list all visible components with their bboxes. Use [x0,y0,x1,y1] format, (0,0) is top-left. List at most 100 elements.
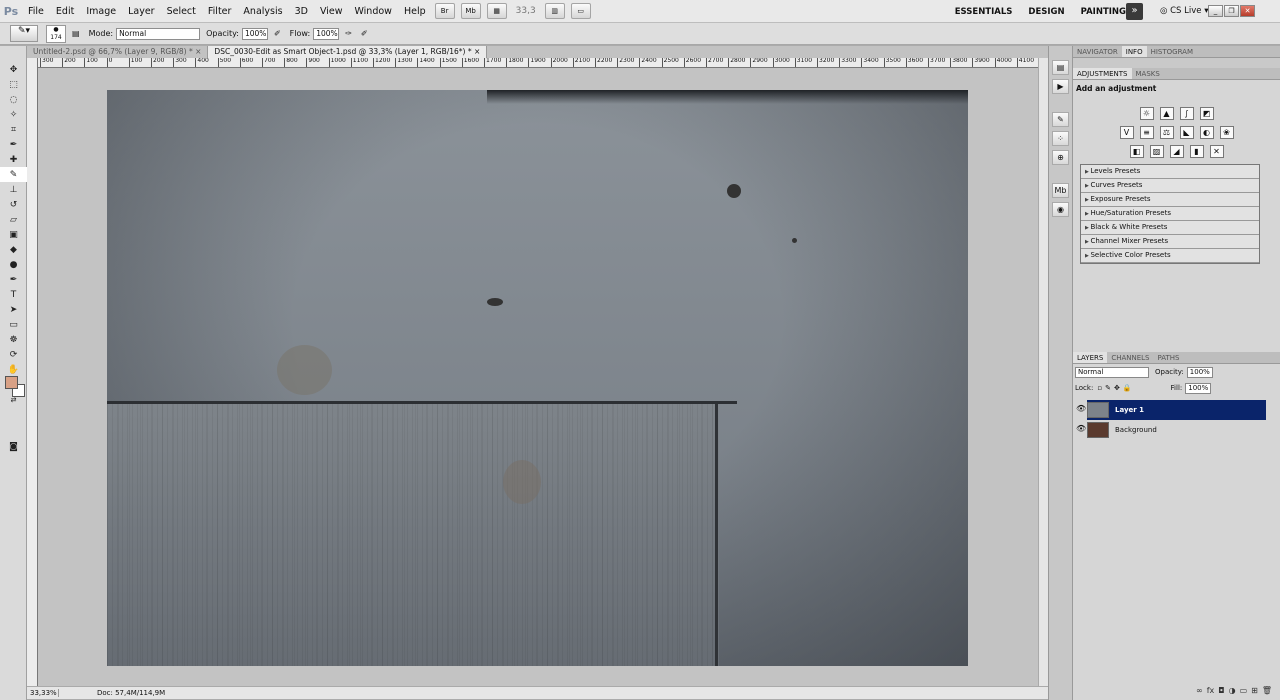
quick-select-tool-icon[interactable]: ✧ [0,107,27,122]
clone-stamp-tool-icon[interactable]: ⊥ [0,182,27,197]
brush-panel-icon[interactable]: ▤ [72,29,80,38]
canvas-area[interactable] [38,68,1038,686]
fill-field[interactable]: 100% [1185,382,1212,394]
channel-mixer-icon[interactable]: ❀ [1219,126,1234,139]
arrange-documents-icon[interactable]: ▥ [544,3,565,19]
tool-presets-icon[interactable]: ✎ [1052,112,1069,127]
layer-style-icon[interactable]: fx [1207,686,1215,698]
menu-select[interactable]: Select [161,6,202,17]
menu-layer[interactable]: Layer [122,6,161,17]
eraser-tool-icon[interactable]: ▱ [0,212,27,227]
brush-presets-icon[interactable]: ⁘ [1052,131,1069,146]
flow-field[interactable]: 100% [313,27,340,40]
levels-icon[interactable]: ▲ [1159,107,1174,120]
menu-help[interactable]: Help [398,6,432,17]
blur-tool-icon[interactable]: ◆ [0,242,27,257]
actions-panel-icon[interactable]: ▶ [1052,79,1069,94]
threshold-icon[interactable]: ◢ [1169,145,1184,158]
3d-orbit-tool-icon[interactable]: ⟳ [0,347,27,362]
black-white-icon[interactable]: ◣ [1179,126,1194,139]
kuler-icon[interactable]: ◉ [1052,202,1069,217]
curves-icon[interactable]: ∫ [1179,107,1194,120]
layer-opacity-field[interactable]: 100% [1186,366,1213,378]
add-mask-icon[interactable]: ◘ [1218,686,1224,698]
bridge-button[interactable]: Br [434,3,455,19]
brush-tool-icon[interactable]: ✎ [0,167,27,182]
cs-live-button[interactable]: ◎ CS Live ▾ [1160,6,1208,16]
lasso-tool-icon[interactable]: ◌ [0,92,27,107]
hue-saturation-icon[interactable]: ≡ [1139,126,1154,139]
hand-tool-icon[interactable]: ✋ [0,362,27,377]
link-layers-icon[interactable]: ∞ [1196,686,1203,698]
mini-bridge-icon[interactable]: Mb [1052,183,1069,198]
selective-color-icon[interactable]: ✕ [1209,145,1224,158]
hue-saturation-presets[interactable]: Hue/Saturation Presets [1081,207,1259,221]
visibility-eye-icon[interactable]: 👁 [1076,424,1086,433]
move-tool-icon[interactable]: ✥ [0,62,27,77]
tab-close-icon[interactable]: × [195,47,201,56]
exposure-presets[interactable]: Exposure Presets [1081,193,1259,207]
close-icon[interactable]: ✕ [1240,5,1255,17]
tab-channels[interactable]: CHANNELS [1107,352,1153,363]
brush-size-picker[interactable]: ● 174 [46,24,66,43]
curves-presets[interactable]: Curves Presets [1081,179,1259,193]
tab-untitled-2[interactable]: Untitled-2.psd @ 66,7% (Layer 9, RGB/8) … [27,46,209,58]
menu-view[interactable]: View [314,6,349,17]
tab-dsc-0030[interactable]: DSC_0030-Edit as Smart Object-1.psd @ 33… [208,46,488,58]
photo-filter-icon[interactable]: ◐ [1199,126,1214,139]
channel-mixer-presets[interactable]: Channel Mixer Presets [1081,235,1259,249]
clone-source-icon[interactable]: ⊕ [1052,150,1069,165]
shape-tool-icon[interactable]: ▭ [0,317,27,332]
minimize-icon[interactable]: _ [1208,5,1223,17]
path-select-tool-icon[interactable]: ➤ [0,302,27,317]
workspace-essentials[interactable]: ESSENTIALS [955,7,1013,17]
vertical-scrollbar[interactable] [1038,58,1048,686]
pen-tool-icon[interactable]: ✒ [0,272,27,287]
tab-masks[interactable]: MASKS [1132,68,1164,79]
tablet-size-icon[interactable]: ✐ [361,29,368,38]
menu-image[interactable]: Image [80,6,122,17]
new-group-icon[interactable]: ▭ [1240,686,1248,698]
opacity-field[interactable]: 100% [241,27,268,40]
horizontal-scrollbar[interactable] [199,686,1048,699]
new-layer-icon[interactable]: ⊞ [1251,686,1258,698]
tab-layers[interactable]: LAYERS [1073,352,1108,363]
menu-window[interactable]: Window [348,6,397,17]
eyedropper-tool-icon[interactable]: ✒ [0,137,27,152]
tab-histogram[interactable]: HISTOGRAM [1147,46,1197,57]
visibility-eye-icon[interactable]: 👁 [1076,404,1086,413]
brush-preset-icon[interactable]: ✎▾ [10,25,38,42]
vibrance-icon[interactable]: V [1119,126,1134,139]
concrete-photo[interactable] [107,90,968,666]
status-zoom[interactable]: 33,33% [27,689,59,697]
new-adjustment-icon[interactable]: ◑ [1229,686,1236,698]
menu-file[interactable]: File [22,6,50,17]
mini-bridge-button[interactable]: Mb [460,3,481,19]
workspace-design[interactable]: DESIGN [1028,7,1064,17]
delete-layer-icon[interactable]: 🗑 [1262,686,1272,698]
exposure-icon[interactable]: ◩ [1199,107,1214,120]
foreground-color-swatch[interactable] [5,376,18,389]
layer-row-background[interactable]: Background [1087,420,1266,440]
crop-tool-icon[interactable]: ⌗ [0,122,27,137]
type-tool-icon[interactable]: T [0,287,27,302]
brightness-icon[interactable]: ☼ [1139,107,1154,120]
extras-icon[interactable]: ▦ [486,3,507,19]
tab-navigator[interactable]: NAVIGATOR [1073,46,1122,57]
tablet-opacity-icon[interactable]: ✐ [274,29,281,38]
blend-mode-select[interactable]: Normal [1075,366,1149,378]
workspace-painting[interactable]: PAINTING [1081,7,1126,17]
menu-3d[interactable]: 3D [289,6,314,17]
black-white-presets[interactable]: Black & White Presets [1081,221,1259,235]
tab-close-icon[interactable]: × [474,47,480,56]
menu-filter[interactable]: Filter [202,6,238,17]
gradient-tool-icon[interactable]: ▣ [0,227,27,242]
gradient-map-icon[interactable]: ▮ [1189,145,1204,158]
menu-analysis[interactable]: Analysis [237,6,288,17]
mode-select[interactable]: Normal [116,27,201,40]
menu-edit[interactable]: Edit [50,6,80,17]
more-workspaces-icon[interactable]: » [1126,3,1143,20]
history-brush-tool-icon[interactable]: ↺ [0,197,27,212]
levels-presets[interactable]: Levels Presets [1081,165,1259,179]
selective-color-presets[interactable]: Selective Color Presets [1081,249,1259,263]
